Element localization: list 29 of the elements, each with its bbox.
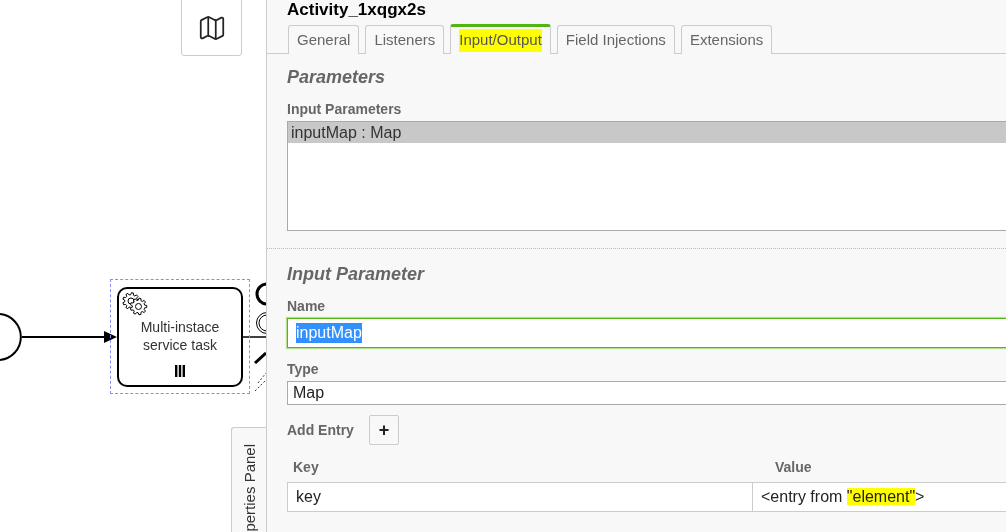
parallel-marker-icon: [175, 364, 185, 377]
column-header: Value: [775, 459, 812, 475]
tab[interactable]: General: [288, 25, 360, 54]
dashed-slash-icon[interactable]: [254, 372, 266, 392]
element-title: Activity_1xqgx2s: [286, 0, 427, 19]
slash-icon[interactable]: [254, 352, 266, 364]
field-label: Input Parameters: [287, 101, 403, 117]
field-label: Type: [287, 361, 320, 377]
task-label: Multi-instace service task: [139, 317, 221, 354]
start-event: [0, 312, 24, 362]
tab[interactable]: Input/Output: [450, 24, 551, 54]
tab[interactable]: Extensions: [680, 25, 773, 54]
section-heading: Input Parameter: [287, 263, 426, 285]
field-label: Name: [287, 298, 327, 314]
input-parameters-list[interactable]: inputMap : Map: [287, 121, 1006, 231]
key-input[interactable]: key: [287, 482, 753, 512]
map-button[interactable]: [181, 0, 242, 56]
add-entry-button[interactable]: +: [368, 415, 399, 445]
value-input[interactable]: <entry from "element">: [753, 482, 1006, 512]
tab[interactable]: Listeners: [365, 25, 445, 54]
ring-icon[interactable]: [254, 282, 266, 306]
column-header: Key: [293, 459, 319, 475]
tab[interactable]: Field Injections: [556, 25, 675, 54]
type-select[interactable]: Map: [287, 381, 1006, 405]
section-heading: Parameters: [287, 66, 387, 88]
properties-panel-toggle[interactable]: perties Panel: [231, 427, 266, 532]
gears-icon: [122, 291, 148, 316]
field-label: Add Entry: [287, 422, 354, 438]
list-option[interactable]: inputMap : Map: [288, 122, 1006, 143]
